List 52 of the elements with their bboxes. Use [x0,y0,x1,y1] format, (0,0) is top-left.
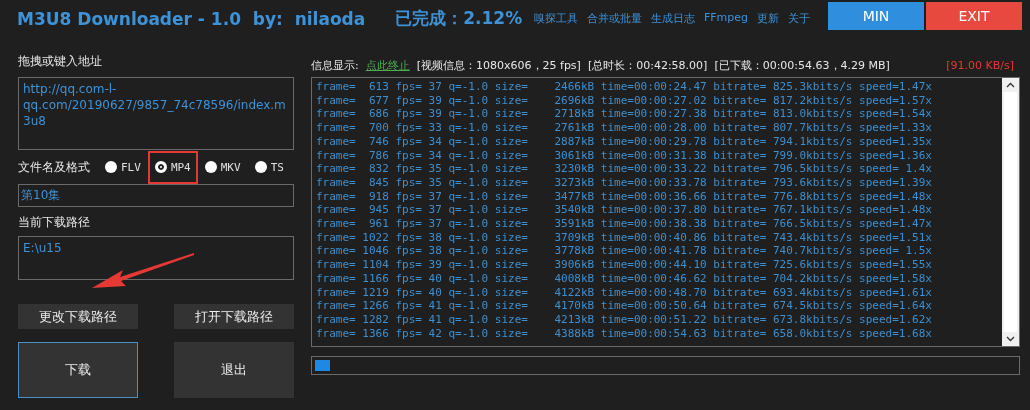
downloaded-info: [已下载：00:00:54.63，4.29 MB] [714,57,890,73]
info-label: 信息显示: [311,57,359,73]
minimize-button[interactable]: MIN [828,2,924,30]
menu-link[interactable]: 嗅探工具 [533,11,578,26]
format-radio[interactable]: TS [247,150,291,184]
download-speed: [91.00 KB/s] [946,58,1014,72]
menu-link[interactable]: 更新 [757,11,779,26]
progress-percentage: 已完成：2.12% [395,7,523,30]
action-button[interactable]: 打开下载路径 [174,304,294,329]
format-radio[interactable]: FLV [98,150,148,184]
window-title: M3U8 Downloader - 1.0 by: nilaoda [17,8,366,29]
action-button[interactable]: 下载 [18,342,138,398]
path-label: 当前下载路径 [18,214,91,231]
format-label: 文件名及格式 [18,158,90,176]
log-line: frame= 677 fps= 39 q=-1.0 size= 2696kB time=00:00:27.02 bitrate= 817.2kbits/s speed=1.57x [316,93,933,108]
log-line: frame= 786 fps= 34 q=-1.0 size= 3061kB time=00:00:31.38 bitrate= 799.0kbits/s speed=1.36x [316,148,933,163]
action-button[interactable]: 更改下载路径 [18,304,138,329]
log-line: frame= 1266 fps= 41 q=-1.0 size= 4170kB time=00:00:50.64 bitrate= 674.5kbits/s speed=1.64x [316,299,933,313]
video-info: [视频信息：1080x606，25 fps] [416,57,581,73]
log-line: frame= 1104 fps= 39 q=-1.0 size= 3906kB time=00:00:44.10 bitrate= 725.6kbits/s speed=1.55x [316,258,933,272]
menu-link[interactable]: 合并或批量 [586,11,642,26]
log-line: frame= 845 fps= 35 q=-1.0 size= 3273kB time=00:00:33.78 bitrate= 793.6kbits/s speed=1.39x [316,175,933,190]
log-line: frame= 832 fps= 35 q=-1.0 size= 3230kB time=00:00:33.22 bitrate= 796.5kbits/s speed= 1.4x [316,162,933,176]
filename-field[interactable]: 第10集 [18,184,294,207]
menu-link[interactable]: FFmpeg [703,11,748,26]
menu-link[interactable]: 生成日志 [650,11,695,26]
log-line: frame= 918 fps= 37 q=-1.0 size= 3477kB time=00:00:36.66 bitrate= 776.8kbits/s speed=1.48x [316,189,933,204]
log-line: frame= 700 fps= 33 q=-1.0 size= 2761kB time=00:00:28.00 bitrate= 807.7kbits/s speed=1.33x [316,121,933,135]
duration-info: [总时长：00:42:58.00] [587,57,708,73]
chevron-down-icon [1006,336,1015,342]
log-line: frame= 1022 fps= 38 q=-1.0 size= 3709kB time=00:00:40.86 bitrate= 743.4kbits/s speed=1.51x [316,230,933,245]
chevron-up-icon [1006,82,1015,88]
path-field[interactable]: E:\u15 [18,236,294,280]
action-button[interactable]: 退出 [174,342,294,398]
log-line: frame= 1366 fps= 42 q=-1.0 size= 4388kB time=00:00:54.63 bitrate= 658.0kbits/s speed=1.68x [316,326,933,341]
log-line: frame= 945 fps= 37 q=-1.0 size= 3540kB time=00:00:37.80 bitrate= 767.1kbits/s speed=1.48x [316,203,933,218]
log-line: frame= 686 fps= 39 q=-1.0 size= 2718kB time=00:00:27.38 bitrate= 813.0kbits/s speed=1.54x [316,107,933,122]
log-line: frame= 1282 fps= 41 q=-1.0 size= 4213kB time=00:00:51.22 bitrate= 673.8kbits/s speed=1.62x [316,312,933,327]
log-line: frame= 1166 fps= 40 q=-1.0 size= 4008kB time=00:00:46.62 bitrate= 704.2kbits/s speed=1.58x [316,271,933,286]
log-line: frame= 961 fps= 37 q=-1.0 size= 3591kB time=00:00:38.38 bitrate= 766.5kbits/s speed=1.47x [316,217,933,231]
log-line: frame= 1046 fps= 38 q=-1.0 size= 3778kB time=00:00:41.78 bitrate= 740.7kbits/s speed= 1.5x [316,244,933,259]
log-line: frame= 746 fps= 34 q=-1.0 size= 2887kB time=00:00:29.78 bitrate= 794.1kbits/s speed=1.35x [316,134,933,149]
address-label: 拖拽或键入地址 [18,53,103,70]
stop-link[interactable]: 点此终止 [365,57,410,73]
log-line: frame= 613 fps= 37 q=-1.0 size= 2466kB time=00:00:24.47 bitrate= 825.3kbits/s speed=1.47x [316,80,933,94]
format-radio[interactable]: MP4 [147,150,198,184]
exit-button[interactable]: EXIT [926,2,1022,30]
log-line: frame= 1219 fps= 40 q=-1.0 size= 4122kB time=00:00:48.70 bitrate= 693.4kbits/s speed=1.61x [316,285,933,300]
format-radio[interactable]: MKV [197,150,248,184]
scrollbar[interactable] [1002,78,1019,346]
menu-link[interactable]: 关于 [788,11,810,26]
address-field[interactable]: http://qq.com-l-qq.com/20190627/9857_74c78596/index.m3u8 [18,77,294,150]
